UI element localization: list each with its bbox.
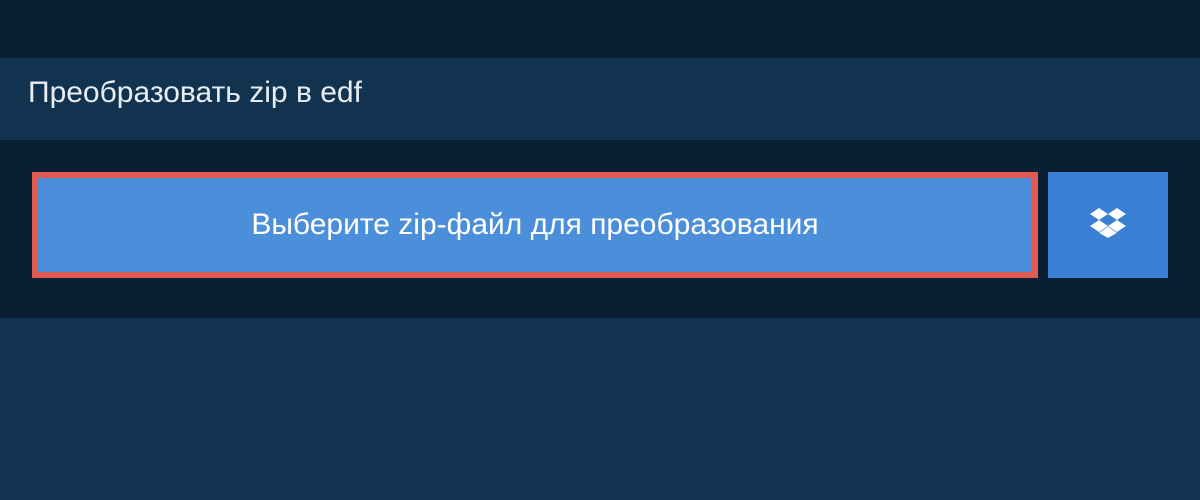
select-file-button[interactable]: Выберите zip-файл для преобразования <box>32 172 1038 278</box>
tab-convert[interactable]: Преобразовать zip в edf <box>0 58 392 134</box>
button-row: Выберите zip-файл для преобразования <box>32 172 1168 278</box>
select-file-label: Выберите zip-файл для преобразования <box>251 208 818 241</box>
dropbox-button[interactable] <box>1048 172 1168 278</box>
content-area: Выберите zip-файл для преобразования <box>0 140 1200 318</box>
dropbox-icon <box>1090 205 1126 246</box>
tab-title: Преобразовать zip в edf <box>28 76 362 109</box>
header-bar <box>0 0 1200 58</box>
